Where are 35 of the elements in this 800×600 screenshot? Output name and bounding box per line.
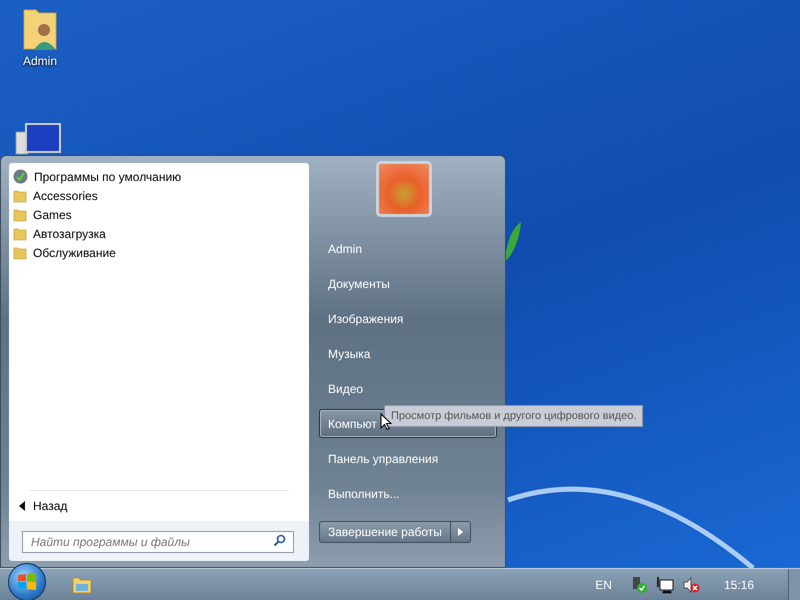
folder-icon bbox=[13, 246, 27, 260]
mouse-cursor-icon bbox=[380, 413, 392, 431]
default-programs-icon bbox=[13, 169, 28, 184]
shutdown-options-button[interactable] bbox=[450, 521, 471, 543]
volume-muted-icon[interactable] bbox=[682, 576, 700, 594]
program-item[interactable]: Games bbox=[13, 205, 309, 224]
shutdown-button[interactable]: Завершение работы bbox=[319, 521, 451, 543]
back-button[interactable]: Назад bbox=[9, 491, 309, 521]
start-menu-item[interactable]: Музыка bbox=[319, 339, 497, 368]
wallpaper-leaf-drawing bbox=[505, 222, 523, 262]
tooltip: Просмотр фильмов и другого цифрового видео. bbox=[384, 405, 644, 427]
start-menu-item[interactable]: Изображения bbox=[319, 304, 497, 333]
start-menu-item[interactable]: Панель управления bbox=[319, 444, 497, 473]
windows-logo-icon bbox=[17, 572, 37, 592]
search-icon bbox=[273, 534, 286, 547]
folder-icon bbox=[13, 188, 27, 202]
language-indicator[interactable]: EN bbox=[595, 576, 612, 594]
right-triangle-icon bbox=[458, 528, 463, 536]
start-menu-item[interactable]: Видео bbox=[319, 374, 497, 403]
search-field[interactable]: Найти программы и файлы bbox=[22, 531, 294, 553]
start-menu-item[interactable]: Admin bbox=[319, 234, 497, 263]
program-item[interactable]: Обслуживание bbox=[13, 243, 309, 262]
left-triangle-icon bbox=[19, 501, 25, 511]
start-menu-item[interactable]: Документы bbox=[319, 269, 497, 298]
program-item[interactable]: Автозагрузка bbox=[13, 224, 309, 243]
folder-icon bbox=[13, 226, 27, 240]
start-menu-item[interactable]: Выполнить... bbox=[319, 479, 497, 508]
network-icon[interactable] bbox=[656, 576, 674, 594]
start-button[interactable] bbox=[8, 562, 46, 600]
folder-icon bbox=[13, 208, 27, 222]
desktop-icon-label: Admin bbox=[22, 53, 57, 70]
clock[interactable]: 15:16 bbox=[724, 576, 754, 594]
computer-icon[interactable] bbox=[14, 122, 62, 156]
program-item[interactable]: Accessories bbox=[13, 186, 309, 205]
program-item[interactable]: Программы по умолчанию bbox=[13, 167, 309, 186]
